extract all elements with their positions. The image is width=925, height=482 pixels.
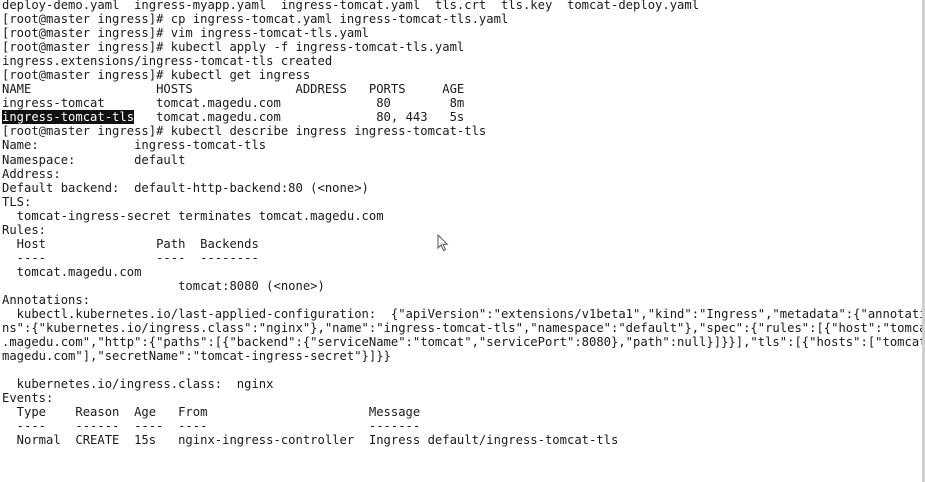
- events-table-divider: ---- ------ ---- ---- -------: [2, 419, 421, 434]
- terminal-line: Annotations:: [2, 292, 91, 307]
- terminal-line: Host Path Backends: [2, 236, 259, 251]
- terminal-line: Namespace: default: [2, 152, 186, 167]
- terminal-line: [root@master ingress]# kubectl get ingre…: [2, 68, 311, 83]
- terminal-line: ingress.extensions/ingress-tomcat-tls cr…: [2, 54, 333, 69]
- ingress-table-row: ingress-tomcat tomcat.magedu.com 80 8m: [2, 96, 465, 111]
- terminal-line: Events:: [2, 391, 54, 406]
- terminal-line: [root@master ingress]# kubectl apply -f …: [2, 40, 465, 55]
- events-table-header: Type Reason Age From Message: [2, 405, 421, 420]
- annotation-json-line: kubectl.kubernetes.io/last-applied-confi…: [2, 307, 925, 322]
- annotation-json-line: .magedu.com","http":{"paths":[{"backend"…: [2, 335, 925, 350]
- terminal-line: Name: ingress-tomcat-tls: [2, 138, 267, 153]
- terminal-line: Default backend: default-http-backend:80…: [2, 180, 369, 195]
- terminal-line: Rules:: [2, 222, 47, 237]
- events-table-row: Normal CREATE 15s nginx-ingress-controll…: [2, 433, 619, 448]
- terminal-window[interactable]: deploy-demo.yaml ingress-myapp.yaml ingr…: [0, 0, 925, 482]
- terminal-line: TLS:: [2, 194, 32, 209]
- ingress-table-header: NAME HOSTS ADDRESS PORTS AGE: [2, 82, 465, 97]
- terminal-line: tomcat.magedu.com: [2, 264, 142, 279]
- mouse-pointer-icon: [437, 234, 449, 252]
- terminal-line: tomcat:8080 (<none>): [2, 278, 325, 293]
- terminal-line: kubernetes.io/ingress.class: nginx: [2, 377, 274, 392]
- terminal-line: ---- ---- --------: [2, 250, 259, 265]
- terminal-line: [root@master ingress]# kubectl describe …: [2, 124, 487, 139]
- selected-text[interactable]: ingress-tomcat-tls: [2, 110, 135, 125]
- ingress-table-row-selected[interactable]: ingress-tomcat-tls tomcat.magedu.com 80,…: [2, 110, 925, 125]
- terminal-line: [root@master ingress]# cp ingress-tomcat…: [2, 12, 509, 27]
- terminal-line: Address:: [2, 166, 61, 181]
- row-rest: tomcat.magedu.com 80, 443 5s: [134, 110, 465, 125]
- terminal-line: [root@master ingress]# vim ingress-tomca…: [2, 26, 369, 41]
- annotation-json-line: magedu.com"],"secretName":"tomcat-ingres…: [2, 349, 391, 364]
- terminal-line: tomcat-ingress-secret terminates tomcat.…: [2, 208, 384, 223]
- annotation-json-line: ns":{"kubernetes.io/ingress.class":"ngin…: [2, 321, 925, 336]
